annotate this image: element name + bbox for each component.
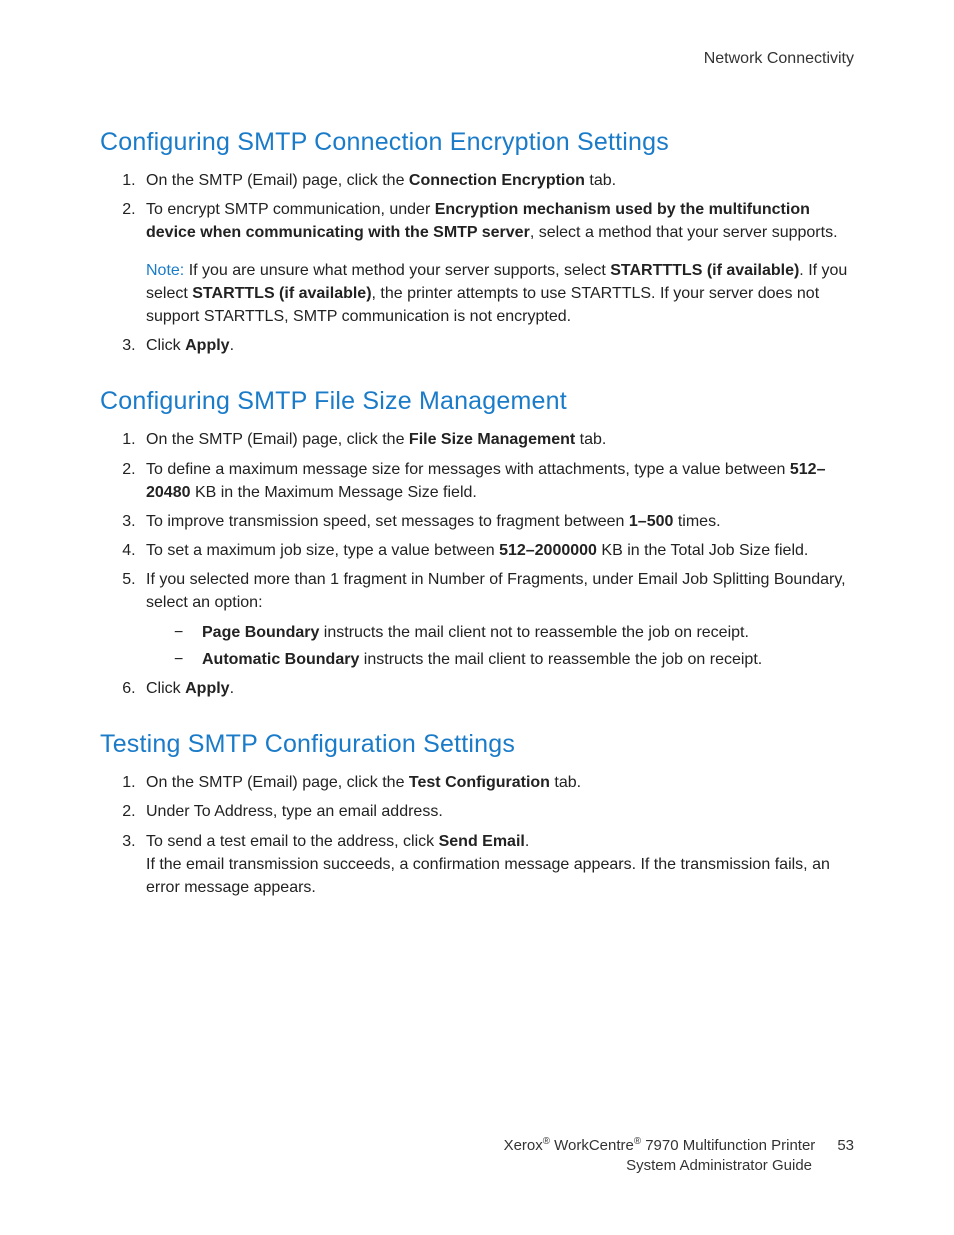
bold: STARTTTLS (if available)	[610, 262, 799, 279]
heading-smtp-filesize: Configuring SMTP File Size Management	[100, 387, 854, 416]
text: .	[230, 337, 234, 354]
bold: Connection Encryption	[409, 172, 585, 189]
text: If you selected more than 1 fragment in …	[146, 571, 846, 611]
heading-smtp-test: Testing SMTP Configuration Settings	[100, 730, 854, 759]
list-smtp-filesize: On the SMTP (Email) page, click the File…	[100, 428, 854, 700]
list-item: On the SMTP (Email) page, click the Conn…	[140, 169, 854, 192]
text: To set a maximum job size, type a value …	[146, 542, 499, 559]
bold: File Size Management	[409, 431, 575, 448]
bold: Test Configuration	[409, 774, 550, 791]
sublist: Page Boundary instructs the mail client …	[146, 621, 854, 671]
text: On the SMTP (Email) page, click the	[146, 774, 409, 791]
list-item: To improve transmission speed, set messa…	[140, 510, 854, 533]
list-item: To set a maximum job size, type a value …	[140, 539, 854, 562]
sublist-item: Automatic Boundary instructs the mail cl…	[174, 648, 854, 671]
product: 7970 Multifunction Printer	[641, 1137, 815, 1154]
text: tab.	[550, 774, 581, 791]
text: KB in the Maximum Message Size field.	[191, 484, 477, 501]
list-item: Click Apply.	[140, 677, 854, 700]
text: On the SMTP (Email) page, click the	[146, 172, 409, 189]
sublist-item: Page Boundary instructs the mail client …	[174, 621, 854, 644]
list-item: To define a maximum message size for mes…	[140, 458, 854, 504]
registered-icon: ®	[634, 1136, 641, 1147]
text: To send a test email to the address, cli…	[146, 833, 439, 850]
bold: Automatic Boundary	[202, 651, 359, 668]
text: Click	[146, 337, 185, 354]
brand: WorkCentre	[550, 1137, 634, 1154]
heading-smtp-encryption: Configuring SMTP Connection Encryption S…	[100, 128, 854, 157]
text: To improve transmission speed, set messa…	[146, 513, 629, 530]
text: If you are unsure what method your serve…	[184, 262, 610, 279]
bold: 1–500	[629, 513, 674, 530]
bold: Send Email	[439, 833, 525, 850]
text: tab.	[585, 172, 616, 189]
text: Click	[146, 680, 185, 697]
bold: Page Boundary	[202, 624, 319, 641]
note-block: Note: If you are unsure what method your…	[146, 259, 854, 329]
text-followup: If the email transmission succeeds, a co…	[146, 853, 854, 899]
text: .	[230, 680, 234, 697]
page-number: 53	[837, 1136, 854, 1156]
text: KB in the Total Job Size field.	[597, 542, 808, 559]
text: To define a maximum message size for mes…	[146, 461, 790, 478]
text: To encrypt SMTP communication, under	[146, 201, 435, 218]
bold: 512–2000000	[499, 542, 597, 559]
list-item: Click Apply.	[140, 334, 854, 357]
list-item: To encrypt SMTP communication, under Enc…	[140, 198, 854, 328]
footer-line1: Xerox® WorkCentre® 7970 Multifunction Pr…	[100, 1136, 854, 1156]
text: instructs the mail client to reassemble …	[359, 651, 762, 668]
text: instructs the mail client not to reassem…	[319, 624, 749, 641]
list-item: On the SMTP (Email) page, click the Test…	[140, 771, 854, 794]
brand: Xerox	[504, 1137, 543, 1154]
bold: STARTTLS (if available)	[192, 285, 371, 302]
list-item: To send a test email to the address, cli…	[140, 830, 854, 900]
text: tab.	[575, 431, 606, 448]
text: .	[525, 833, 529, 850]
page-footer: Xerox® WorkCentre® 7970 Multifunction Pr…	[100, 1136, 854, 1175]
text: times.	[673, 513, 720, 530]
list-item: On the SMTP (Email) page, click the File…	[140, 428, 854, 451]
list-smtp-encryption: On the SMTP (Email) page, click the Conn…	[100, 169, 854, 357]
list-smtp-test: On the SMTP (Email) page, click the Test…	[100, 771, 854, 899]
bold: Apply	[185, 680, 229, 697]
text: On the SMTP (Email) page, click the	[146, 431, 409, 448]
note-label: Note:	[146, 262, 184, 279]
text: , select a method that your server suppo…	[530, 224, 838, 241]
list-item: Under To Address, type an email address.	[140, 800, 854, 823]
header-section: Network Connectivity	[100, 50, 854, 68]
bold: Apply	[185, 337, 229, 354]
registered-icon: ®	[543, 1136, 550, 1147]
text: Under To Address, type an email address.	[146, 803, 443, 820]
footer-line2: System Administrator Guide	[100, 1156, 854, 1176]
list-item: If you selected more than 1 fragment in …	[140, 568, 854, 671]
